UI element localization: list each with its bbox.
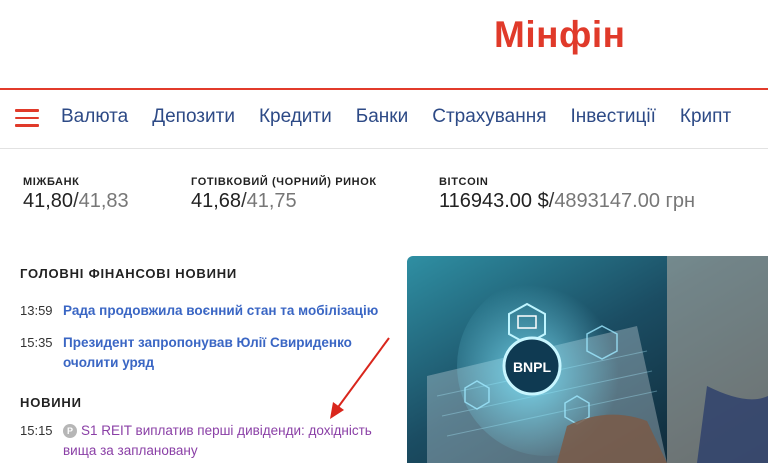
news-image[interactable]: BNPL <box>407 256 768 463</box>
main-nav: Валюта Депозити Кредити Банки Страхуванн… <box>0 90 768 149</box>
nav-item-crypto[interactable]: Крипт <box>680 106 731 128</box>
rate-buy: 41,80 <box>23 190 74 212</box>
news-time: 15:15 <box>20 423 53 438</box>
list-item[interactable]: 13:59 Рада продовжила воєнний стан та мо… <box>20 301 385 321</box>
nav-item-credits[interactable]: Кредити <box>259 106 332 128</box>
news-time: 13:59 <box>20 303 53 318</box>
rate-label: BITCOIN <box>439 176 489 188</box>
news-time: 15:35 <box>20 335 53 350</box>
rate-sell: 41,83 <box>78 190 129 212</box>
news-link-text: S1 REIT виплатив перші дивіденди: дохідн… <box>63 423 372 458</box>
rate-interbank[interactable]: МІЖБАНК 41,80/41,83 <box>23 176 129 213</box>
nav-item-investments[interactable]: Інвестиції <box>571 106 656 128</box>
news-section-title: НОВИНИ <box>20 395 82 410</box>
list-item[interactable]: 15:35 Президент запропонував Юлії Свирид… <box>20 333 385 373</box>
rate-cash-market[interactable]: ГОТІВКОВИЙ (ЧОРНИЙ) РИНОК 41,68/41,75 <box>191 176 377 213</box>
nav-item-insurance[interactable]: Страхування <box>432 106 546 128</box>
main-news-list: 13:59 Рада продовжила воєнний стан та мо… <box>20 301 385 373</box>
hamburger-icon[interactable] <box>15 109 39 127</box>
premium-badge: P <box>63 424 77 438</box>
rate-sell: 41,75 <box>246 190 297 212</box>
news-link[interactable]: P S1 REIT виплатив перші дивіденди: дохід… <box>63 421 381 461</box>
site-logo[interactable]: Мінфін <box>494 14 625 56</box>
bnpl-label: BNPL <box>513 359 552 375</box>
news-link[interactable]: Президент запропонував Юлії Свириденко о… <box>63 333 363 373</box>
rate-label: ГОТІВКОВИЙ (ЧОРНИЙ) РИНОК <box>191 176 377 188</box>
rate-buy: 116943.00 $ <box>439 190 549 212</box>
main-news-title: ГОЛОВНІ ФІНАНСОВІ НОВИНИ <box>20 266 238 281</box>
nav-item-deposits[interactable]: Депозити <box>152 106 235 128</box>
rate-bitcoin[interactable]: BITCOIN 116943.00 $/4893147.00 грн <box>439 176 695 213</box>
list-item[interactable]: 15:15 P S1 REIT виплатив перші дивіденди:… <box>20 421 385 461</box>
rate-label: МІЖБАНК <box>23 176 80 188</box>
rate-buy: 41,68 <box>191 190 242 212</box>
nav-item-banks[interactable]: Банки <box>356 106 408 128</box>
news-list: 15:15 P S1 REIT виплатив перші дивіденди:… <box>20 421 385 461</box>
news-link[interactable]: Рада продовжила воєнний стан та мобіліза… <box>63 301 378 321</box>
nav-item-currency[interactable]: Валюта <box>61 106 128 128</box>
rate-sell: 4893147.00 грн <box>554 190 695 212</box>
